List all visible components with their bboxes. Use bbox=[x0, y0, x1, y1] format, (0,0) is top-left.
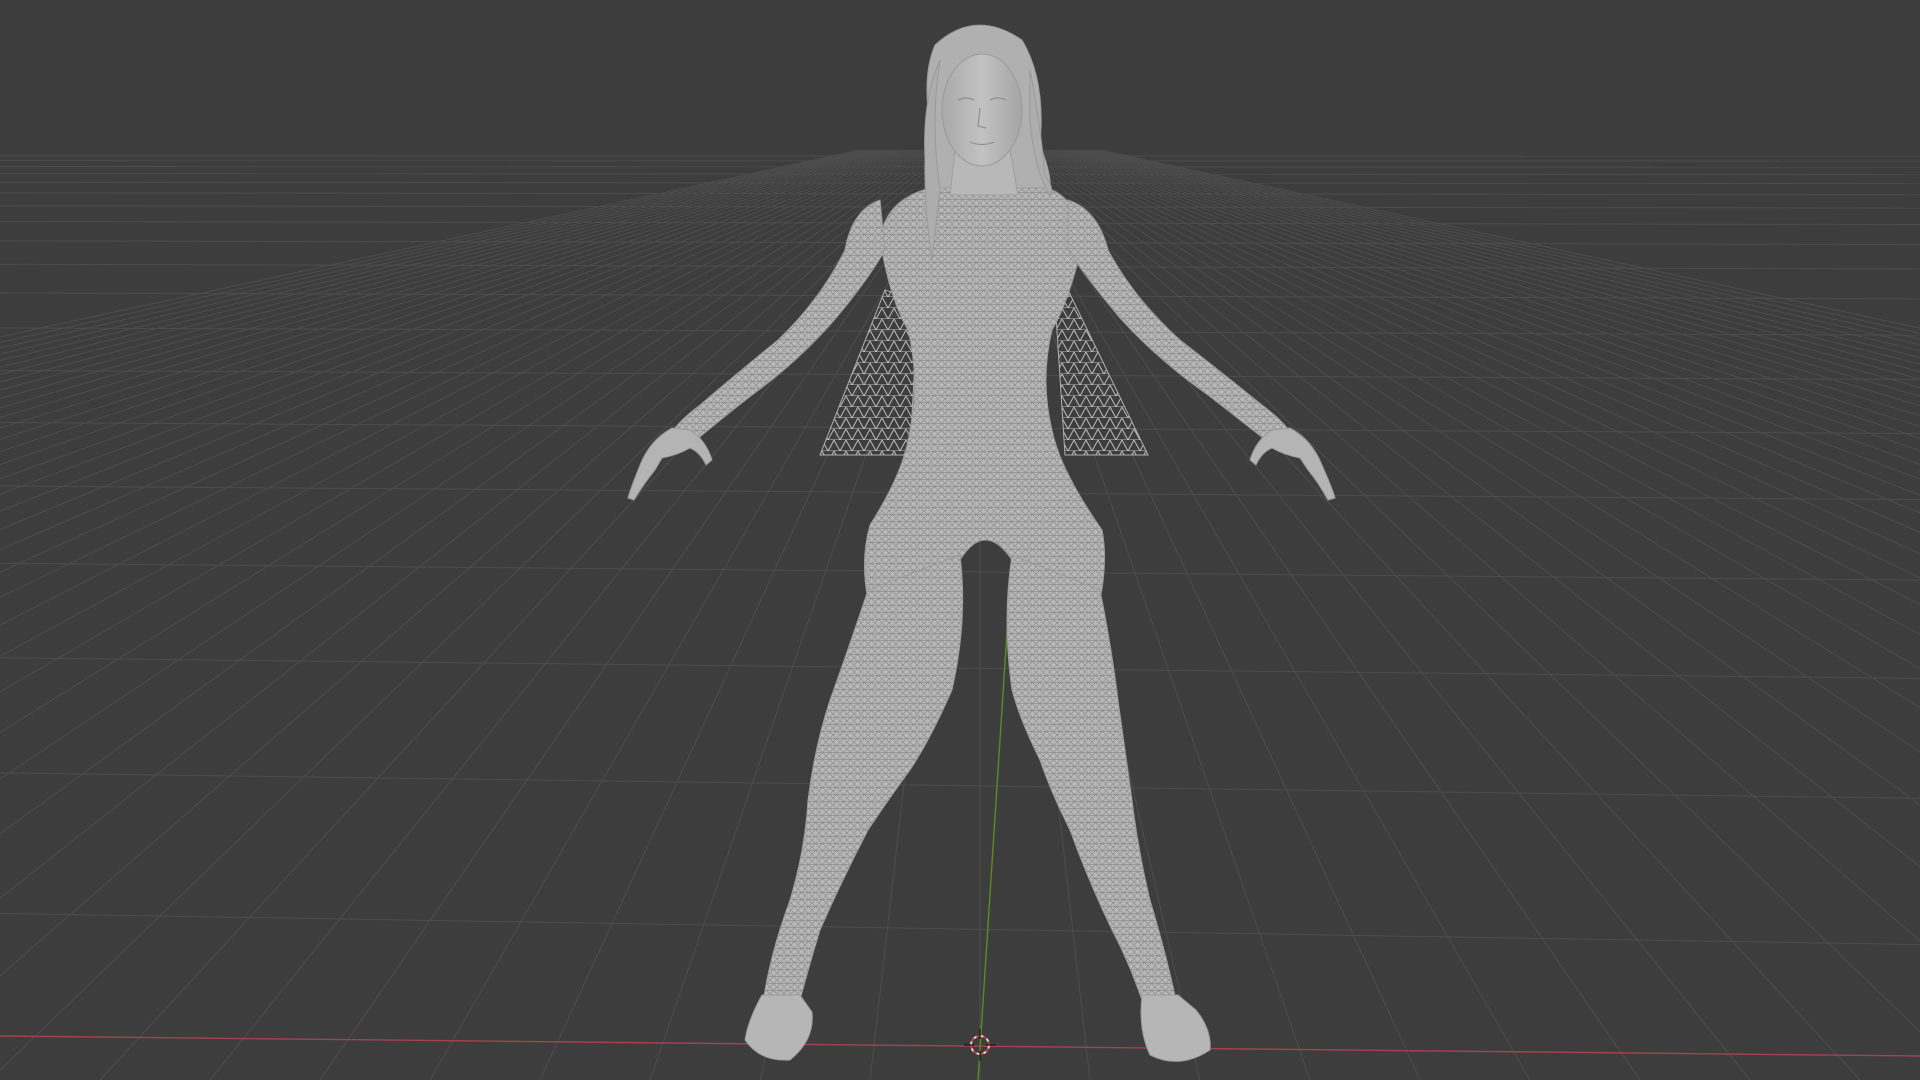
grid-line bbox=[0, 149, 870, 355]
grid-line bbox=[0, 149, 867, 349]
grid-line bbox=[0, 149, 912, 495]
viewport-canvas[interactable] bbox=[0, 0, 1920, 1080]
3d-viewport[interactable] bbox=[0, 0, 1920, 1080]
left-foot bbox=[744, 994, 813, 1061]
grid-line bbox=[0, 657, 1920, 679]
grid-line bbox=[1033, 149, 1920, 579]
grid-line bbox=[1048, 149, 1920, 480]
head bbox=[941, 53, 1023, 167]
grid-line bbox=[0, 149, 876, 368]
grid-line bbox=[1078, 149, 1920, 373]
grid-line bbox=[1036, 149, 1920, 555]
left-hand bbox=[627, 427, 713, 501]
grid-line bbox=[1096, 149, 1920, 334]
y-axis-line bbox=[977, 584, 1011, 1080]
left-leg bbox=[761, 554, 964, 1011]
grid-line bbox=[1051, 149, 1920, 465]
grid-line bbox=[1087, 149, 1920, 352]
grid-line bbox=[1099, 149, 1920, 329]
grid-line bbox=[1063, 149, 1920, 417]
x-axis-line bbox=[0, 1035, 1920, 1057]
grid-line bbox=[1054, 149, 1920, 452]
grid-line bbox=[1042, 149, 1920, 514]
grid-line bbox=[1072, 149, 1920, 388]
grid-line bbox=[0, 149, 906, 466]
grid-line bbox=[0, 149, 861, 338]
grid-line bbox=[1075, 149, 1920, 380]
grid-line bbox=[0, 912, 1920, 946]
grid-line bbox=[0, 149, 909, 480]
grid-line bbox=[1093, 149, 1920, 340]
grid-line bbox=[0, 149, 903, 453]
grid-line bbox=[0, 149, 864, 343]
grid-line bbox=[0, 772, 1920, 799]
grid-line bbox=[1039, 149, 1920, 533]
grid-line bbox=[1045, 149, 1920, 496]
grid-line bbox=[0, 149, 873, 362]
grid-line bbox=[1084, 149, 1920, 358]
grid-line bbox=[1090, 149, 1920, 346]
right-foot bbox=[1140, 994, 1211, 1062]
grid-line bbox=[1081, 149, 1920, 365]
